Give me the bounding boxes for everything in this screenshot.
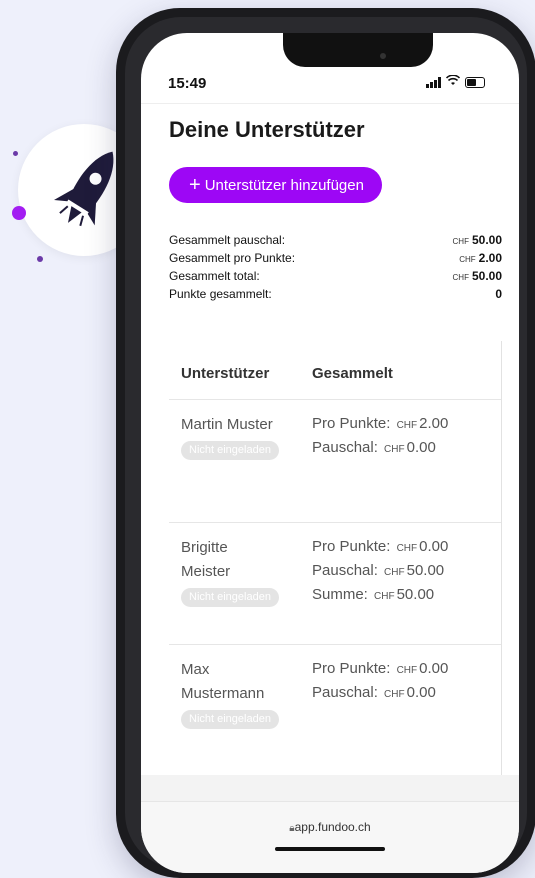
supporter-name: Max Mustermann xyxy=(181,661,265,702)
decor-dot xyxy=(13,151,18,156)
amount-value: 50.00 xyxy=(396,586,435,603)
currency: CHF xyxy=(396,543,418,554)
currency: CHF xyxy=(452,237,469,246)
summary: Gesammelt pauschal: CHF 50.00 Gesammelt p… xyxy=(169,231,502,303)
status-icons xyxy=(426,74,519,89)
summary-row: Gesammelt total: CHF 50.00 xyxy=(169,267,502,285)
home-indicator[interactable] xyxy=(275,847,385,851)
status-badge: Nicht eingeladen xyxy=(181,588,279,607)
supporter-name: Brigitte Meister xyxy=(181,539,231,580)
amount-line: Pauschal: CHF 50.00 xyxy=(312,560,448,584)
plus-icon: + xyxy=(189,174,201,196)
amount-label: Pauschal: xyxy=(312,684,378,701)
amount-line: Pro Punkte: CHF 0.00 xyxy=(312,658,448,682)
table-row[interactable]: Martin Muster Nicht eingeladen Pro Punkt… xyxy=(169,399,501,522)
table-row[interactable]: Brigitte Meister Nicht eingeladen Pro Pu… xyxy=(169,522,501,644)
phone-bezel: 15:49 Deine Unterstützer + Unterstützer … xyxy=(125,17,527,873)
amount-label: Pauschal: xyxy=(312,439,378,456)
currency: CHF xyxy=(384,567,405,578)
currency: CHF xyxy=(384,444,405,455)
page-title: Deine Unterstützer xyxy=(169,117,365,142)
amount-line: Summe: CHF 50.00 xyxy=(312,584,448,608)
page-footer-band xyxy=(141,775,519,801)
signal-icon xyxy=(426,76,441,88)
summary-row: Gesammelt pauschal: CHF 50.00 xyxy=(169,231,502,249)
add-supporter-button[interactable]: + Unterstützer hinzufügen xyxy=(169,167,382,203)
status-badge: Nicht eingeladen xyxy=(181,441,279,460)
add-supporter-label: Unterstützer hinzufügen xyxy=(204,176,364,194)
wifi-icon xyxy=(445,74,461,89)
phone-frame: 15:49 Deine Unterstützer + Unterstützer … xyxy=(116,8,535,878)
decor-dot xyxy=(37,256,43,262)
summary-row: Gesammelt pro Punkte: CHF 2.00 xyxy=(169,249,502,267)
amount-line: Pauschal: CHF 0.00 xyxy=(312,682,448,706)
summary-value: 2.00 xyxy=(478,251,502,265)
table-row[interactable]: Max Mustermann Nicht eingeladen Pro Punk… xyxy=(169,644,501,774)
url-display[interactable]: 🔒︎app.fundoo.ch xyxy=(141,820,519,834)
supporters-table: Unterstützer Gesammelt Martin Muster Nic… xyxy=(169,341,502,776)
currency: CHF xyxy=(459,255,476,264)
amount-value: 0.00 xyxy=(406,684,436,701)
amount-line: Pauschal: CHF 0.00 xyxy=(312,437,448,461)
summary-value: 50.00 xyxy=(471,269,502,283)
notch xyxy=(283,33,433,67)
amount-value: 50.00 xyxy=(406,562,445,579)
amounts: Pro Punkte: CHF 0.00 Pauschal: CHF 0.00 xyxy=(312,658,448,706)
currency: CHF xyxy=(374,591,395,602)
currency: CHF xyxy=(396,665,418,676)
currency: CHF xyxy=(384,689,405,700)
amount-label: Pauschal: xyxy=(312,562,378,579)
browser-url-bar[interactable]: 🔒︎app.fundoo.ch xyxy=(141,801,519,873)
amount-label: Pro Punkte: xyxy=(312,660,391,677)
summary-label: Gesammelt pauschal: xyxy=(169,233,286,247)
phone-screen: 15:49 Deine Unterstützer + Unterstützer … xyxy=(141,33,519,873)
supporter-name: Martin Muster xyxy=(181,416,273,433)
url-text: app.fundoo.ch xyxy=(294,820,371,834)
currency: CHF xyxy=(452,273,469,282)
summary-label: Punkte gesammelt: xyxy=(169,287,272,301)
column-header-supporter: Unterstützer xyxy=(181,365,270,382)
summary-value: 50.00 xyxy=(471,233,502,247)
column-header-collected: Gesammelt xyxy=(312,365,393,382)
amount-value: 2.00 xyxy=(419,415,449,432)
amounts: Pro Punkte: CHF 2.00 Pauschal: CHF 0.00 xyxy=(312,413,448,461)
battery-icon xyxy=(465,76,485,88)
decor-dot xyxy=(12,206,26,220)
summary-label: Gesammelt total: xyxy=(169,269,260,283)
amount-value: 0.00 xyxy=(419,660,449,677)
currency: CHF xyxy=(396,420,418,431)
amount-value: 0.00 xyxy=(419,538,449,555)
amount-label: Pro Punkte: xyxy=(312,415,391,432)
summary-value: 0 xyxy=(495,287,502,301)
amounts: Pro Punkte: CHF 0.00 Pauschal: CHF 50.00 S… xyxy=(312,536,448,608)
summary-row: Punkte gesammelt: 0 xyxy=(169,285,502,303)
amount-line: Pro Punkte: CHF 2.00 xyxy=(312,413,448,437)
amount-value: 0.00 xyxy=(406,439,436,456)
summary-label: Gesammelt pro Punkte: xyxy=(169,251,296,265)
status-badge: Nicht eingeladen xyxy=(181,710,279,729)
amount-label: Summe: xyxy=(312,586,368,603)
amount-line: Pro Punkte: CHF 0.00 xyxy=(312,536,448,560)
status-time: 15:49 xyxy=(168,75,207,92)
amount-label: Pro Punkte: xyxy=(312,538,391,555)
